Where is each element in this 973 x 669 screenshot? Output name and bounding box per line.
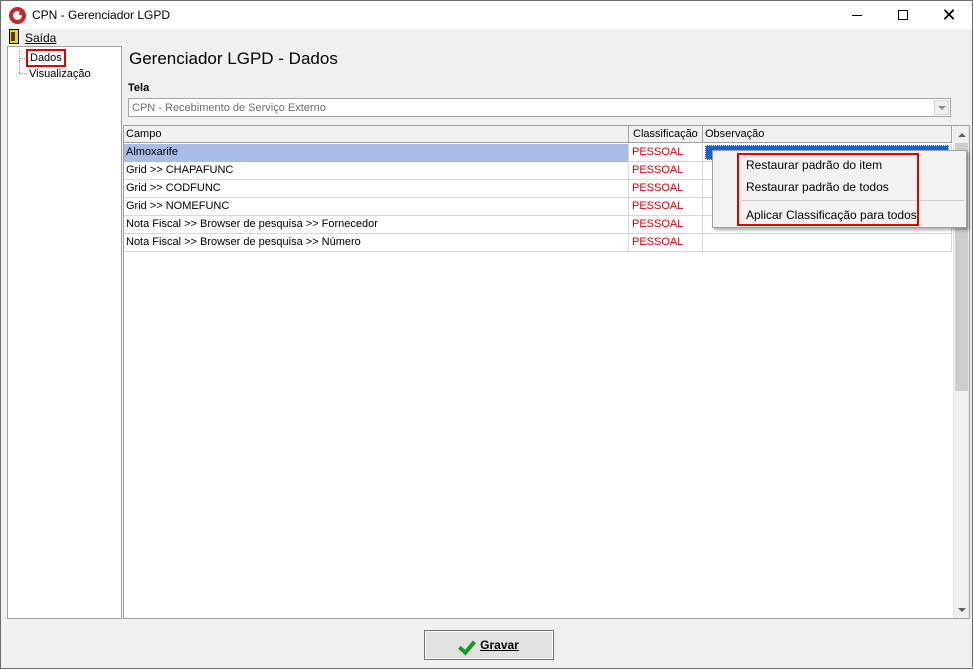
- save-button-label: Gravar: [480, 638, 519, 652]
- cell-classificacao[interactable]: PESSOAL: [629, 198, 703, 216]
- page-title: Gerenciador LGPD - Dados: [129, 49, 338, 68]
- chevron-up-icon: [958, 132, 966, 137]
- app-window: CPN - Gerenciador LGPD ✕ Saída Dados Vis…: [0, 0, 973, 669]
- table-row[interactable]: Nota Fiscal >> Browser de pesquisa >> Nú…: [124, 234, 952, 252]
- tela-label: Tela: [128, 82, 150, 94]
- tree-connector: [19, 51, 20, 73]
- maximize-icon: [898, 10, 908, 20]
- column-header-classificacao[interactable]: Classificação: [629, 126, 703, 143]
- cell-classificacao[interactable]: PESSOAL: [629, 162, 703, 180]
- maximize-button[interactable]: [880, 1, 926, 29]
- cell-classificacao[interactable]: PESSOAL: [629, 216, 703, 234]
- cell-observacao[interactable]: [703, 234, 952, 252]
- cell-campo[interactable]: Grid >> CHAPAFUNC: [124, 162, 629, 180]
- chevron-down-icon: [958, 607, 966, 612]
- column-header-observacao[interactable]: Observação: [703, 126, 952, 143]
- menu-item-aplicar-classificacao[interactable]: Aplicar Classificação para todos: [746, 208, 917, 222]
- chevron-down-icon: [937, 105, 946, 110]
- exit-door-icon: [9, 29, 19, 44]
- cell-campo[interactable]: Nota Fiscal >> Browser de pesquisa >> Fo…: [124, 216, 629, 234]
- cell-classificacao[interactable]: PESSOAL: [629, 144, 703, 162]
- grid-header: Campo Classificação Observação: [124, 126, 952, 143]
- tree-item-dados[interactable]: Dados: [26, 49, 66, 67]
- checkmark-icon: [459, 637, 476, 654]
- cell-campo[interactable]: Grid >> NOMEFUNC: [124, 198, 629, 216]
- title-bar[interactable]: CPN - Gerenciador LGPD ✕: [1, 1, 972, 29]
- menu-exit[interactable]: Saída: [25, 31, 56, 45]
- menu-bar: Saída: [1, 29, 972, 46]
- save-button[interactable]: Gravar: [424, 630, 554, 660]
- scroll-down-button[interactable]: [954, 601, 970, 618]
- menu-item-restaurar-todos[interactable]: Restaurar padrão de todos: [746, 180, 889, 194]
- cell-campo[interactable]: Almoxarife: [124, 144, 629, 162]
- tela-dropdown-button[interactable]: [934, 100, 949, 115]
- menu-separator: [741, 200, 964, 201]
- app-logo-icon: [9, 7, 26, 24]
- scroll-up-button[interactable]: [954, 126, 970, 143]
- context-menu: Restaurar padrão do item Restaurar padrã…: [712, 150, 967, 228]
- minimize-button[interactable]: [834, 1, 880, 29]
- menu-item-restaurar-item[interactable]: Restaurar padrão do item: [746, 158, 882, 172]
- cell-classificacao[interactable]: PESSOAL: [629, 234, 703, 252]
- cell-campo[interactable]: Grid >> CODFUNC: [124, 180, 629, 198]
- tela-select-value: CPN - Recebimento de Serviço Externo: [132, 102, 326, 114]
- window-title: CPN - Gerenciador LGPD: [32, 8, 171, 22]
- close-icon: ✕: [941, 4, 957, 25]
- column-header-campo[interactable]: Campo: [124, 126, 629, 143]
- cell-campo[interactable]: Nota Fiscal >> Browser de pesquisa >> Nú…: [124, 234, 629, 252]
- tela-select[interactable]: CPN - Recebimento de Serviço Externo: [128, 98, 951, 117]
- cell-classificacao[interactable]: PESSOAL: [629, 180, 703, 198]
- tree-item-visualizacao[interactable]: Visualização: [29, 68, 91, 80]
- close-button[interactable]: ✕: [926, 1, 972, 29]
- minimize-icon: [852, 14, 862, 16]
- tree-connector: [19, 73, 27, 74]
- navigation-tree: Dados Visualização: [7, 46, 122, 619]
